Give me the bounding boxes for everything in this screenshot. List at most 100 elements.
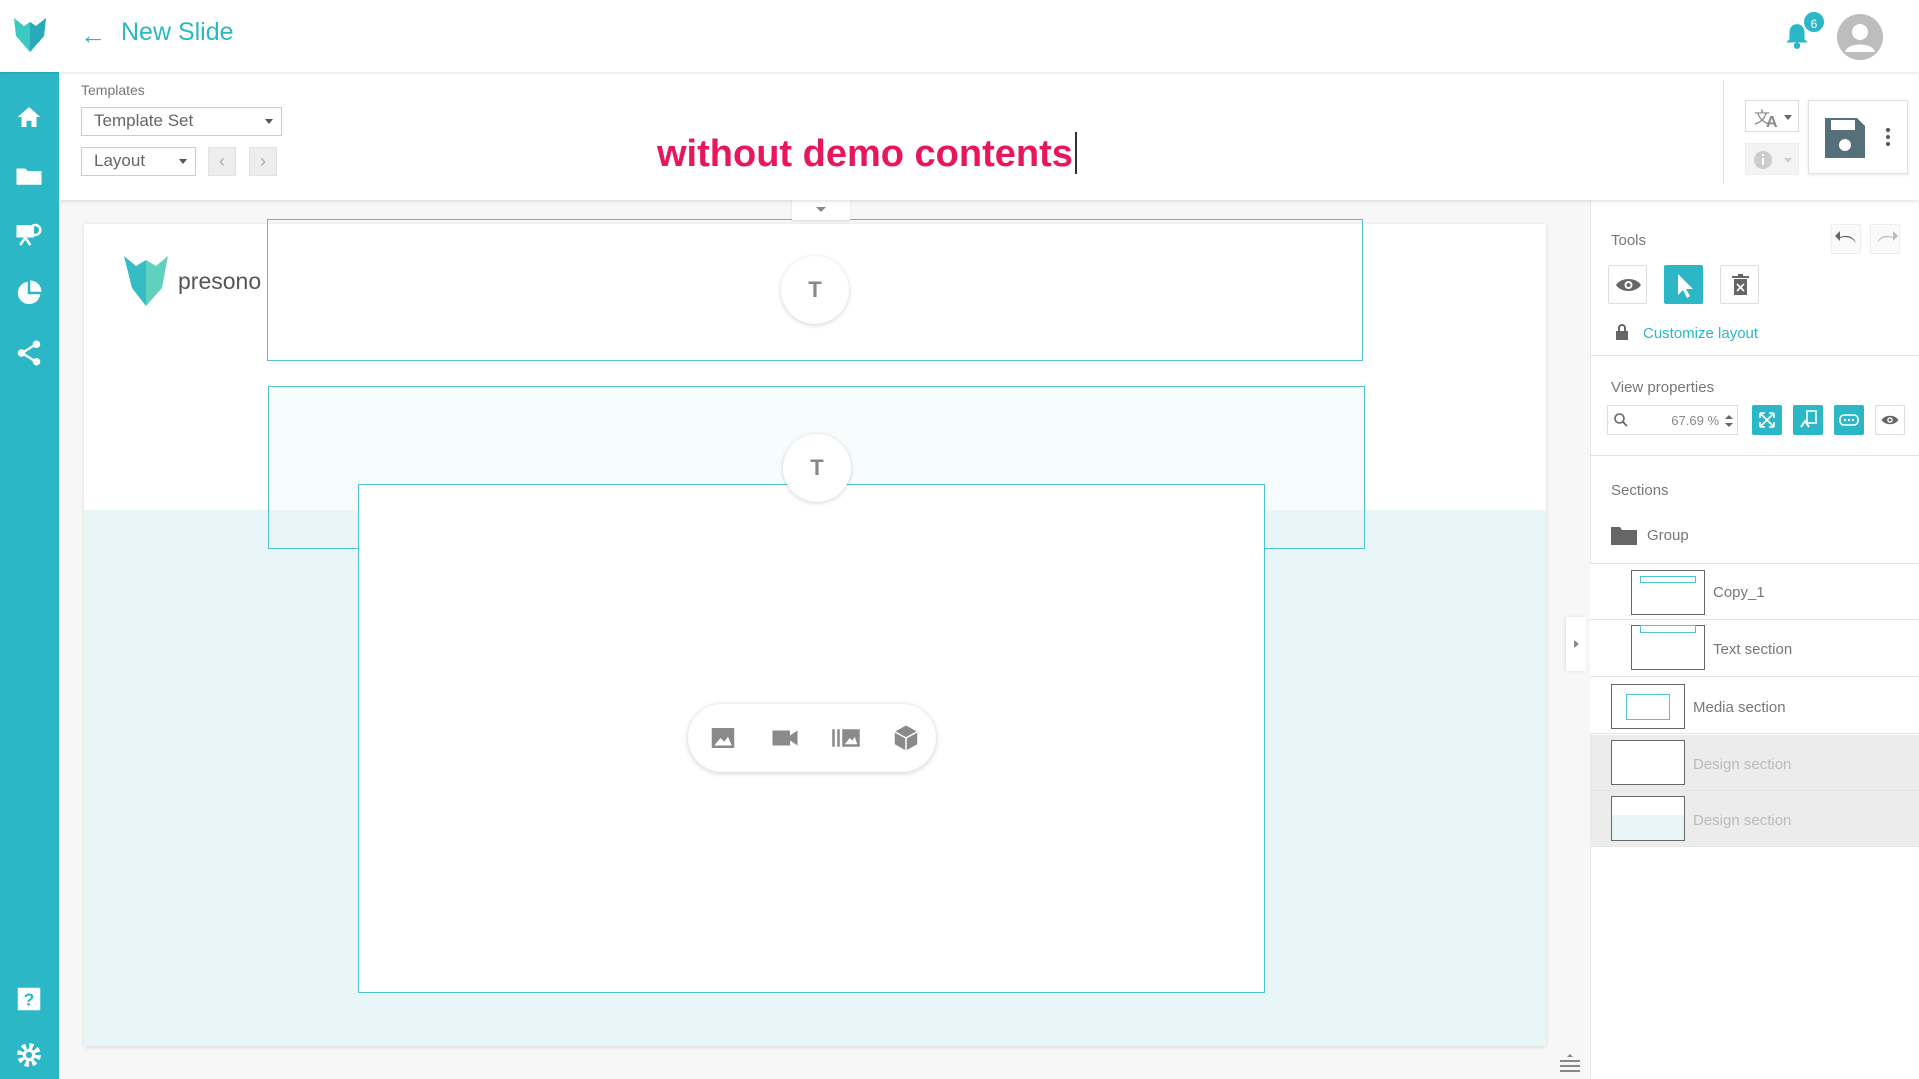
layout-value: Layout (94, 151, 146, 170)
section-row-design[interactable]: Design section (1590, 791, 1919, 847)
thumbnail-band (1612, 815, 1684, 840)
template-set-value: Template Set (94, 111, 194, 130)
media-picker (688, 704, 936, 772)
folder-icon[interactable] (14, 161, 44, 191)
folder-icon (1611, 527, 1637, 545)
trash-icon (1732, 274, 1749, 295)
section-label: Design section (1693, 756, 1792, 773)
text-cursor (1074, 132, 1077, 174)
pointer-icon (1678, 274, 1693, 298)
caret-down-icon (265, 119, 273, 124)
translate-button[interactable]: 文 A (1745, 100, 1799, 132)
section-thumbnail (1611, 740, 1685, 785)
section-row-media[interactable]: Media section (1590, 678, 1919, 734)
notification-badge: 6 (1802, 10, 1826, 34)
search-icon (1614, 413, 1628, 427)
svg-text:?: ? (24, 989, 35, 1009)
top-app-bar: ← New Slide 6 (0, 0, 1919, 72)
zoom-input[interactable]: 67.69 % (1607, 405, 1738, 435)
logo-wordmark: presono (178, 268, 262, 294)
info-icon (1754, 151, 1792, 169)
section-row-text[interactable]: Text section (1590, 621, 1919, 677)
eye-icon (1616, 279, 1641, 291)
chevron-left-icon: ‹ (219, 151, 225, 171)
stepper-icon[interactable] (1724, 413, 1734, 429)
presentation-icon[interactable] (14, 220, 44, 250)
input-preview-button[interactable] (1834, 405, 1864, 435)
thumbnail-frame (1640, 625, 1696, 633)
toolbar-collapse-tab[interactable] (792, 198, 850, 220)
chevron-right-icon: › (260, 151, 266, 171)
redo-icon (1877, 231, 1898, 243)
group-label[interactable]: Group (1647, 527, 1689, 544)
eye-icon (1881, 415, 1899, 425)
template-set-select[interactable]: Template Set (81, 107, 282, 136)
touch-icon (1800, 410, 1817, 428)
divider (1590, 455, 1919, 456)
settings-icon[interactable] (14, 1040, 44, 1070)
sections-label: Sections (1611, 482, 1669, 499)
previous-layout-button[interactable]: ‹ (208, 147, 236, 176)
section-label: Design section (1693, 812, 1792, 829)
zoom-value: 67.69 % (1671, 413, 1719, 428)
share-icon[interactable] (14, 338, 44, 368)
fit-to-screen-button[interactable] (1752, 405, 1782, 435)
image-icon[interactable] (708, 723, 738, 753)
tools-label: Tools (1611, 232, 1647, 249)
avatar[interactable] (1837, 14, 1883, 60)
customize-layout-link[interactable]: Customize layout (1643, 325, 1758, 342)
caret-right-icon (1574, 640, 1579, 648)
thumbnail-frame (1640, 576, 1696, 583)
select-tool-button[interactable] (1664, 265, 1703, 304)
section-label: Media section (1693, 699, 1786, 716)
preview-tool-button[interactable] (1608, 265, 1647, 304)
next-layout-button[interactable]: › (249, 147, 277, 176)
presono-logo[interactable] (10, 14, 50, 54)
redo-button[interactable] (1870, 224, 1900, 254)
floppy-disk-icon (1825, 118, 1865, 158)
caret-down-icon (179, 159, 187, 164)
video-camera-icon[interactable] (770, 723, 800, 753)
user-icon (1845, 24, 1875, 52)
divider (1590, 355, 1919, 356)
section-row-design[interactable]: Design section (1590, 735, 1919, 791)
panel-toggle[interactable] (1566, 617, 1586, 671)
3d-cube-icon[interactable] (891, 723, 921, 753)
add-text-button[interactable]: T (783, 434, 851, 502)
more-vert-icon[interactable] (1882, 126, 1894, 148)
view-properties-label: View properties (1611, 379, 1715, 396)
thumbnail-frame (1626, 694, 1670, 720)
lines-icon (1560, 1054, 1580, 1072)
keyboard-icon (1839, 414, 1859, 426)
gallery-icon[interactable] (831, 723, 861, 753)
back-arrow-icon[interactable]: ← (80, 20, 110, 50)
undo-icon (1835, 231, 1856, 243)
sidebar: ? (0, 72, 59, 1079)
caret-down-icon (816, 207, 826, 212)
expand-icon (1759, 412, 1775, 428)
section-label: Text section (1713, 641, 1793, 658)
translate-icon: 文 A (1754, 108, 1792, 131)
pie-chart-icon[interactable] (14, 278, 44, 308)
add-text-button[interactable]: T (781, 256, 849, 324)
visibility-button[interactable] (1875, 405, 1905, 435)
layout-select[interactable]: Layout (81, 147, 196, 176)
undo-button[interactable] (1831, 224, 1861, 254)
help-icon[interactable]: ? (14, 984, 44, 1014)
delete-tool-button[interactable] (1720, 265, 1759, 304)
svg-text:A: A (1766, 114, 1778, 131)
section-thumbnail (1611, 796, 1685, 841)
home-icon[interactable] (14, 102, 44, 132)
info-button[interactable] (1745, 143, 1799, 175)
touch-preview-button[interactable] (1793, 405, 1823, 435)
section-thumbnail (1611, 684, 1685, 729)
annotation-label: without demo contents (657, 133, 1073, 175)
section-label: Copy_1 (1713, 584, 1765, 601)
lock-icon (1616, 324, 1628, 340)
section-row-copy[interactable]: Copy_1 (1590, 564, 1919, 620)
slide-logo: presono (124, 254, 269, 308)
section-thumbnail (1631, 570, 1705, 615)
bottom-panel-handle[interactable] (1553, 1050, 1587, 1079)
templates-label: Templates (81, 82, 145, 98)
page-title: New Slide (121, 18, 234, 46)
